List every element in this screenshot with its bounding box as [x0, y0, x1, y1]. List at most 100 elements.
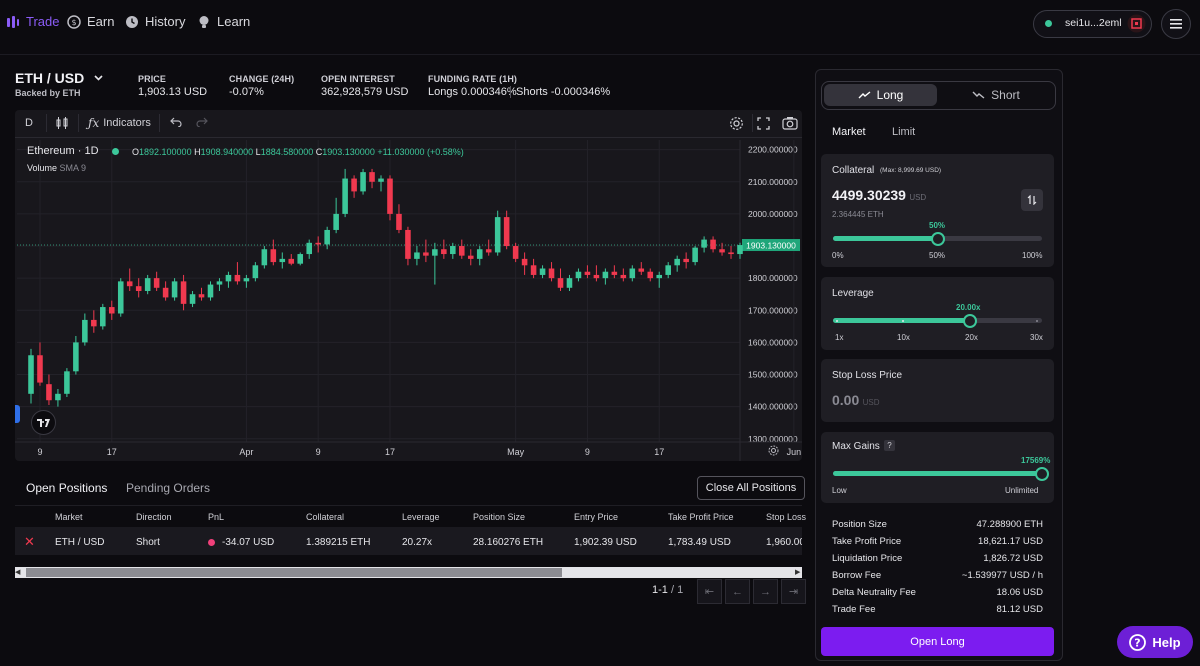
- open-long-button[interactable]: Open Long: [821, 627, 1054, 656]
- wallet-button[interactable]: sei1u...2eml: [1033, 10, 1152, 38]
- close-position-icon[interactable]: ✕: [24, 534, 35, 550]
- volume-legend: Volume SMA 9: [27, 163, 86, 173]
- candle-body: [135, 286, 142, 291]
- pagination-range: 1-1 / 1: [652, 584, 683, 596]
- long-tab[interactable]: Long: [824, 84, 937, 106]
- indicators-button[interactable]: ƒx Indicators: [88, 116, 151, 130]
- leverage-slider-handle[interactable]: [963, 313, 977, 328]
- order-type-limit[interactable]: Limit: [892, 126, 915, 138]
- avatar-icon: [1127, 14, 1146, 33]
- ohlc-low: 1884.580000: [260, 147, 314, 157]
- swap-unit-button[interactable]: [1021, 189, 1043, 211]
- candle-body: [234, 274, 241, 282]
- candle-body: [512, 246, 519, 259]
- next-page-button[interactable]: →: [753, 579, 778, 604]
- funding-shorts: Shorts -0.000346%: [516, 86, 611, 98]
- y-tick-label: 1600.000000: [748, 337, 798, 347]
- leverage-slider[interactable]: [833, 313, 1042, 328]
- symbol-title: Ethereum · 1D: [27, 145, 99, 157]
- nav-earn[interactable]: $ Earn: [67, 14, 114, 29]
- funding-longs: Longs 0.000346%: [428, 86, 517, 98]
- candle-body: [306, 242, 312, 255]
- redo-icon[interactable]: [196, 117, 208, 127]
- pagination-total: / 1: [670, 584, 684, 596]
- max-gains-slider[interactable]: [833, 466, 1049, 481]
- menu-button[interactable]: [1161, 9, 1191, 39]
- summary-position-size-value: 47.288900 ETH: [976, 519, 1043, 530]
- horizontal-scrollbar[interactable]: ◀ ▶: [15, 567, 802, 578]
- nav-learn-label: Learn: [217, 14, 251, 29]
- chart-canvas[interactable]: 2200.0000002100.0000002000.0000001900.00…: [15, 110, 802, 461]
- summary-delta-fee-label: Delta Neutrality Fee: [832, 587, 916, 598]
- collateral-slider[interactable]: [833, 231, 1042, 246]
- toolbar-divider: [78, 114, 79, 132]
- candle-body: [225, 274, 232, 282]
- y-tick-label: 1700.000000: [748, 305, 798, 315]
- scroll-left-arrow[interactable]: ◀: [15, 569, 21, 576]
- fullscreen-icon[interactable]: [757, 117, 770, 130]
- cell-direction: Short: [136, 537, 160, 548]
- nav-history[interactable]: History: [125, 14, 185, 29]
- tab-open-positions[interactable]: Open Positions: [26, 481, 107, 495]
- max-gains-slider-handle[interactable]: [1035, 466, 1049, 481]
- max-gains-help-icon[interactable]: ?: [884, 440, 895, 451]
- candle-body: [575, 271, 582, 279]
- candle-body: [333, 213, 339, 230]
- candle-body: [189, 294, 196, 304]
- candles-icon[interactable]: [55, 116, 69, 130]
- side-handle[interactable]: [15, 405, 20, 423]
- scrollbar-thumb[interactable]: [26, 568, 562, 577]
- prev-page-button[interactable]: ←: [725, 579, 750, 604]
- candle-body: [476, 249, 483, 259]
- long-label: Long: [876, 88, 904, 102]
- collateral-slider-handle[interactable]: [931, 231, 945, 246]
- cell-stop-loss: 1,960.00: [766, 537, 802, 548]
- swap-icon: [1027, 195, 1037, 205]
- order-type-market[interactable]: Market: [832, 126, 866, 138]
- tradingview-logo[interactable]: [31, 410, 56, 435]
- pair-label: ETH / USD: [15, 70, 85, 86]
- close-all-positions-button[interactable]: Close All Positions: [697, 476, 805, 500]
- scroll-right-arrow[interactable]: ▶: [795, 569, 801, 576]
- gear-icon[interactable]: [729, 116, 744, 131]
- collateral-amount: 4499.30239: [832, 187, 906, 203]
- cell-entry-price: 1,902.39 USD: [574, 537, 637, 548]
- pagination-current: 1-1: [652, 584, 668, 596]
- nav-learn[interactable]: Learn: [197, 14, 250, 29]
- col-leverage: Leverage: [402, 512, 440, 522]
- collateral-input[interactable]: 4499.30239 USD: [832, 187, 926, 203]
- wallet-address: sei1u...2eml: [1065, 17, 1122, 29]
- col-market: Market: [55, 512, 83, 522]
- last-page-button[interactable]: ⇥: [781, 579, 806, 604]
- candle-body: [378, 178, 384, 182]
- market-open-dot: [112, 148, 119, 155]
- x-tick-label: May: [507, 447, 525, 457]
- help-button[interactable]: ? Help: [1117, 626, 1193, 658]
- camera-icon[interactable]: [782, 116, 798, 130]
- candle-body: [521, 258, 528, 266]
- price-chart[interactable]: 2200.0000002100.0000002000.0000001900.00…: [15, 110, 802, 461]
- first-page-button[interactable]: ⇤: [697, 579, 722, 604]
- price-label: PRICE: [138, 74, 167, 84]
- col-direction: Direction: [136, 512, 172, 522]
- y-tick-label: 1800.000000: [748, 273, 798, 283]
- candle-body: [369, 172, 375, 182]
- ohlc-close: 1903.130000: [322, 147, 375, 157]
- collateral-tick-100: 100%: [1022, 251, 1043, 260]
- max-gains-tick-low: Low: [832, 486, 847, 495]
- candle-body: [82, 319, 88, 343]
- chevron-down-icon: [94, 75, 103, 81]
- coin-icon: $: [67, 14, 81, 29]
- tab-pending-orders[interactable]: Pending Orders: [126, 481, 210, 495]
- summary-position-size-label: Position Size: [832, 519, 887, 530]
- undo-icon[interactable]: [170, 117, 182, 127]
- leverage-value-label: 20.00x: [956, 303, 981, 312]
- chart-settings-icon[interactable]: [768, 445, 779, 456]
- nav-trade[interactable]: Trade: [6, 14, 59, 29]
- pair-selector[interactable]: ETH / USD: [15, 70, 103, 86]
- short-tab[interactable]: Short: [940, 84, 1052, 106]
- interval-button[interactable]: D: [25, 117, 33, 129]
- y-tick-label: 2100.000000: [748, 177, 798, 187]
- x-tick-label: 9: [316, 447, 321, 457]
- stop-loss-input[interactable]: 0.00 USD: [832, 392, 879, 408]
